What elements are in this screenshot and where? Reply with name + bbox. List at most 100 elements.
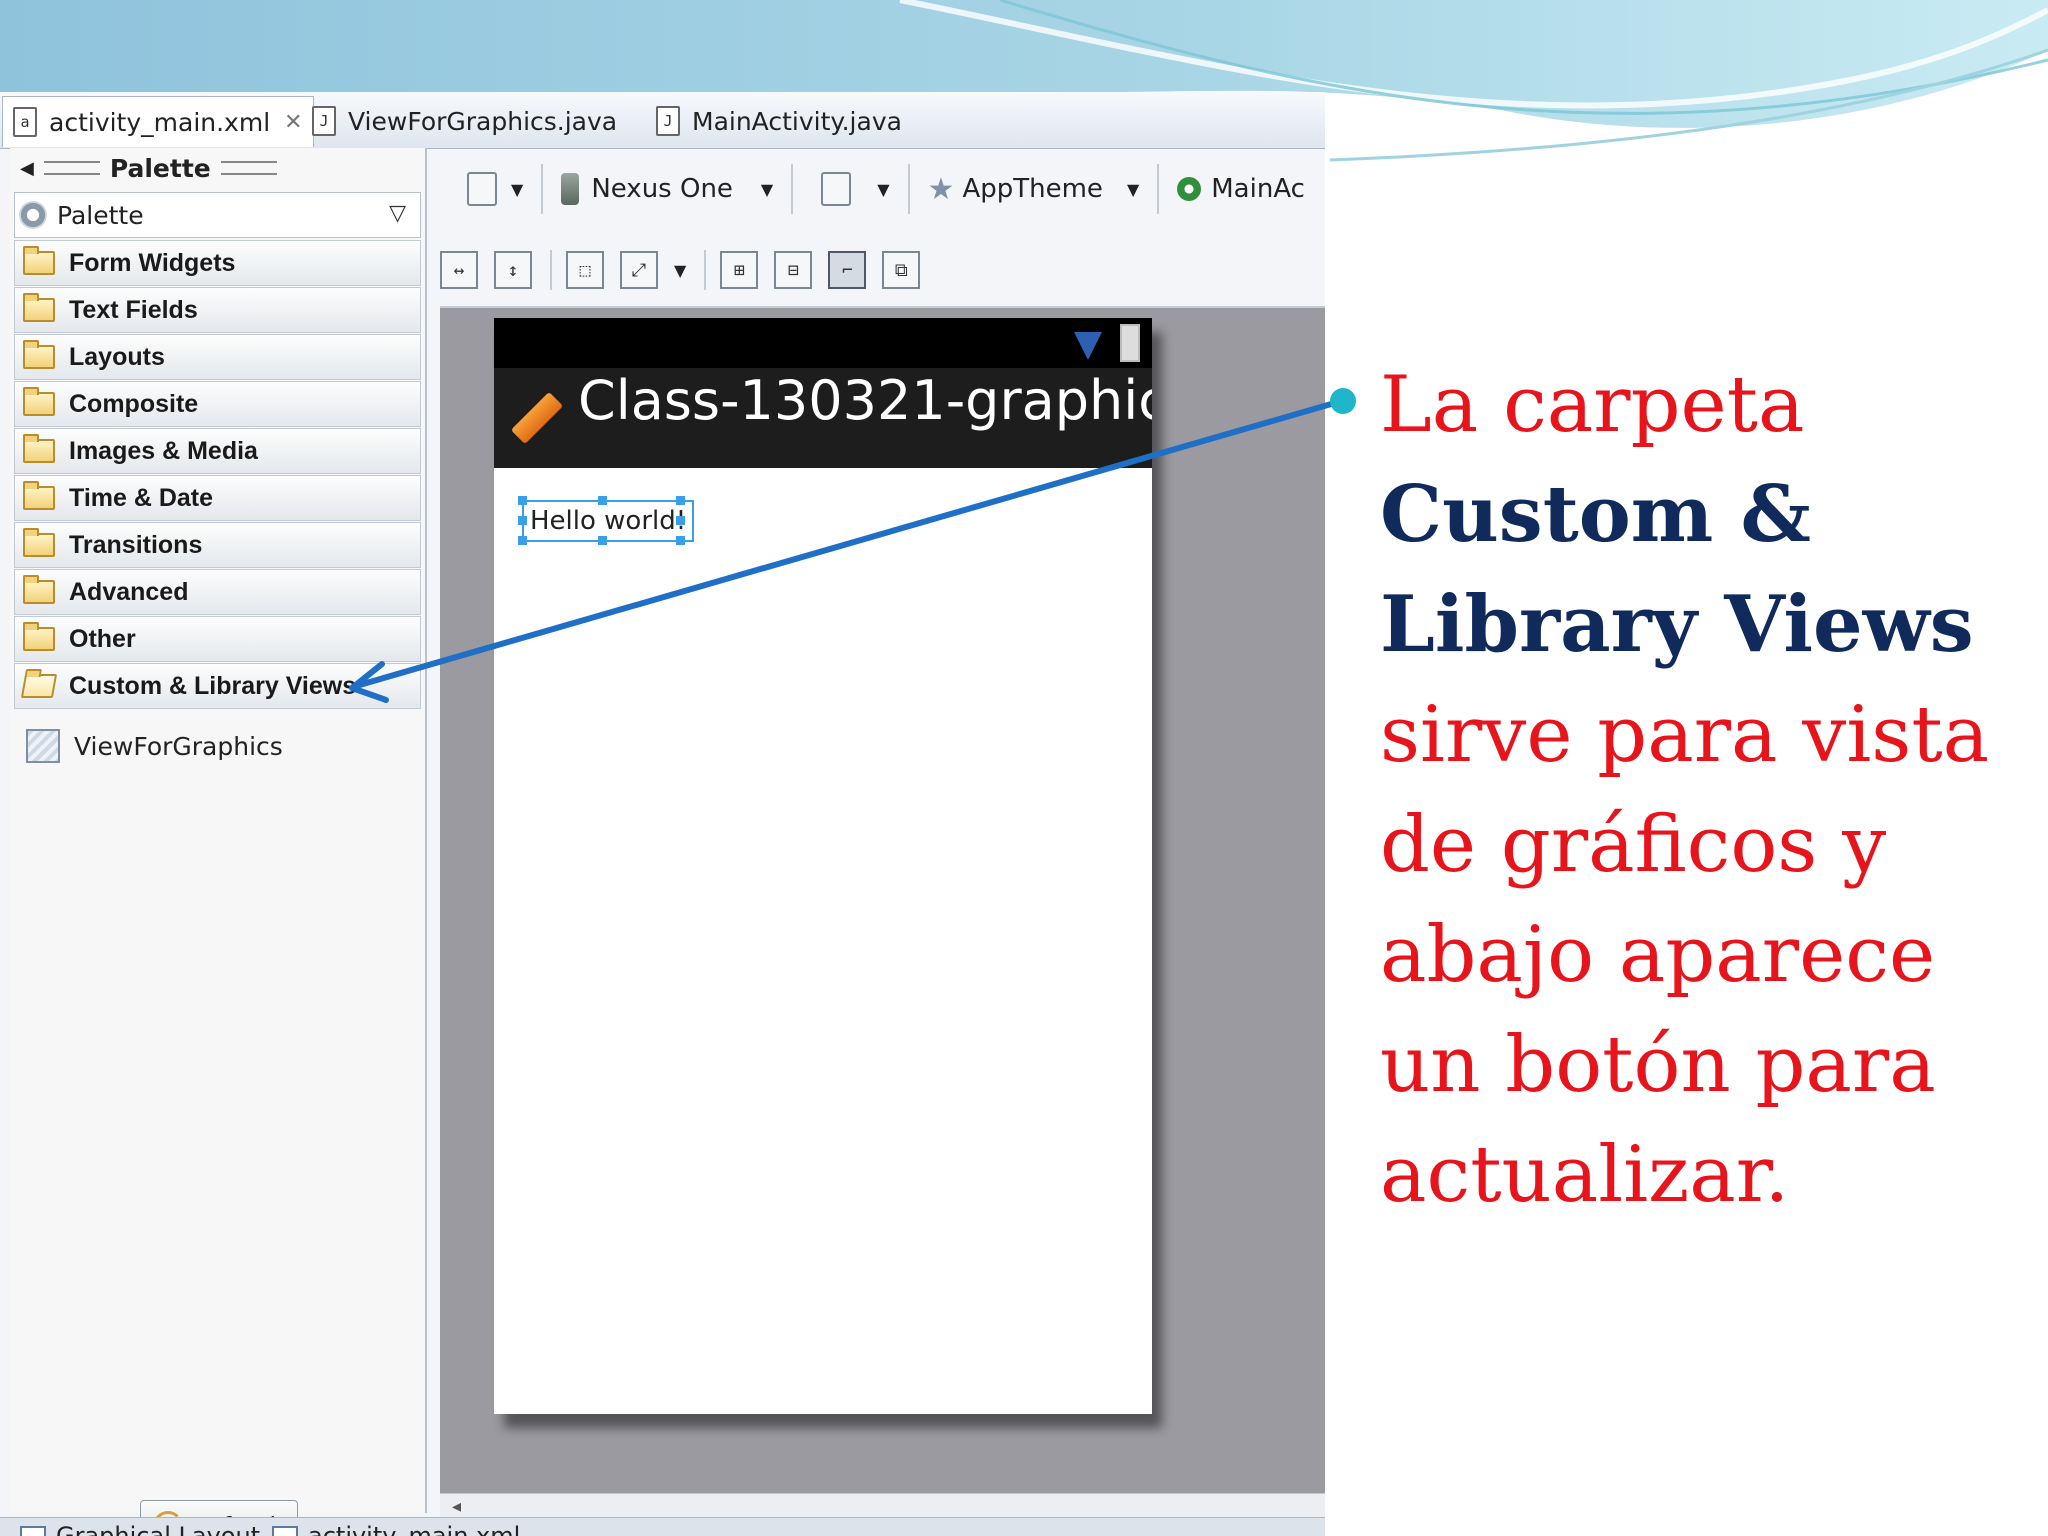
category-label: Transitions (69, 530, 203, 559)
description-rest: sirve para vista de gráficos y abajo apa… (1380, 690, 1990, 1220)
java-file-icon: J (312, 106, 336, 136)
custom-view-icon (26, 729, 60, 763)
collapse-left-icon[interactable]: ◀ (20, 158, 34, 179)
selection-handle[interactable] (518, 516, 527, 525)
tab-label: ViewForGraphics.java (348, 106, 618, 136)
category-layouts[interactable]: Layouts (14, 334, 421, 380)
horizontal-layout-icon[interactable]: ⊞ (720, 251, 759, 289)
folder-icon (23, 434, 55, 463)
gravity-icon[interactable]: ⤢ (620, 251, 658, 289)
close-icon[interactable]: ✕ (284, 110, 302, 135)
xml-file-icon: a (13, 107, 37, 137)
grip-icon (43, 161, 100, 175)
folder-icon (23, 293, 55, 322)
java-file-icon: J (656, 106, 680, 136)
device-action-bar: Class-130321-graphics_pro (494, 368, 1152, 468)
fill-height-icon[interactable]: ↕ (494, 251, 532, 289)
palette-globe-icon (19, 201, 47, 229)
slide: a activity_main.xml ✕ J ViewForGraphics.… (0, 0, 2048, 1536)
device-selector[interactable]: Nexus One (591, 174, 733, 204)
relative-layout-icon[interactable]: ⌐ (828, 251, 867, 289)
custom-view-label: ViewForGraphics (74, 731, 283, 761)
activity-selector[interactable]: MainAc (1211, 174, 1305, 204)
tab-viewforgraphics-java[interactable]: J ViewForGraphics.java (312, 96, 617, 146)
layout-toolbar: ▼ Nexus One ▼ ▼ ★ AppTheme ▼ MainAc (435, 158, 1325, 220)
device-icon (561, 173, 580, 205)
palette-selector[interactable]: Palette ▽ (14, 192, 421, 238)
chevron-down-icon[interactable]: ▼ (877, 180, 889, 199)
category-label: Text Fields (69, 295, 198, 324)
chevron-down-icon[interactable]: ▽ (389, 201, 406, 226)
folder-icon (23, 481, 55, 510)
device-status-bar (494, 318, 1152, 368)
selection-handle[interactable] (518, 536, 527, 545)
divider (907, 164, 910, 214)
tab-mainactivity-java[interactable]: J MainActivity.java (656, 96, 902, 146)
category-label: Images & Media (69, 436, 258, 465)
chevron-down-icon[interactable]: ▼ (761, 180, 773, 199)
pencil-icon (510, 391, 564, 445)
folder-icon (23, 528, 55, 557)
selection-handle[interactable] (676, 516, 685, 525)
category-custom-library-views[interactable]: Custom & Library Views (14, 663, 421, 709)
custom-view-item-viewforgraphics[interactable]: ViewForGraphics (26, 726, 283, 766)
category-other[interactable]: Other (14, 616, 421, 662)
palette-header: ◀ Palette (10, 148, 425, 188)
divider (550, 250, 552, 290)
scroll-left-icon[interactable]: ◂ (452, 1496, 461, 1517)
vertical-layout-icon[interactable]: ⊟ (774, 251, 813, 289)
palette-title: Palette (109, 153, 211, 183)
selection-handle[interactable] (676, 536, 685, 545)
xml-file-icon (272, 1526, 298, 1536)
bullet-icon (1330, 388, 1356, 414)
selection-handle[interactable] (598, 536, 607, 545)
divider (704, 250, 707, 290)
folder-icon (23, 246, 55, 275)
category-label: Custom & Library Views (69, 671, 357, 700)
tab-xml-source[interactable]: activity_main.xml (272, 1522, 520, 1536)
signal-icon (1074, 332, 1102, 360)
folder-icon (23, 575, 55, 604)
category-time-date[interactable]: Time & Date (14, 475, 421, 521)
category-label: Layouts (69, 342, 165, 371)
tab-label: Graphical Layout (56, 1522, 261, 1536)
category-images-media[interactable]: Images & Media (14, 428, 421, 474)
battery-icon (1120, 324, 1140, 362)
frame-layout-icon[interactable]: ⧉ (882, 251, 921, 289)
category-form-widgets[interactable]: Form Widgets (14, 240, 421, 286)
tab-activity-main-xml[interactable]: a activity_main.xml ✕ (2, 96, 314, 147)
divider (791, 164, 794, 214)
tab-label: MainActivity.java (692, 106, 902, 136)
selection-handle[interactable] (676, 496, 685, 505)
category-label: Other (69, 624, 136, 653)
fill-width-icon[interactable]: ↔ (440, 251, 478, 289)
category-composite[interactable]: Composite (14, 381, 421, 427)
theme-selector[interactable]: AppTheme (962, 174, 1102, 204)
tab-label: activity_main.xml (308, 1522, 521, 1536)
editor-tab-bar: a activity_main.xml ✕ J ViewForGraphics.… (0, 92, 1325, 149)
chevron-down-icon[interactable]: ▼ (511, 180, 523, 199)
tab-graphical-layout[interactable]: Graphical Layout (20, 1522, 260, 1536)
category-text-fields[interactable]: Text Fields (14, 287, 421, 333)
category-label: Time & Date (69, 483, 214, 512)
config-chooser-icon[interactable] (467, 172, 497, 206)
chevron-down-icon[interactable]: ▼ (674, 261, 686, 280)
palette-panel: ◀ Palette Palette ▽ Form Widgets Text Fi… (10, 148, 427, 1536)
canvas-toolbar: ↔ ↕ ⬚ ⤢ ▼ ⊞ ⊟ ⌐ ⧉ (440, 248, 936, 292)
margins-icon[interactable]: ⬚ (566, 251, 604, 289)
editor-bottom-tabs: Graphical Layout activity_main.xml (0, 1517, 1325, 1536)
slide-description: La carpeta Custom & Library Views sirve … (1330, 350, 2020, 1230)
orientation-icon[interactable] (821, 172, 852, 206)
selection-handle[interactable] (518, 496, 527, 505)
category-label: Composite (69, 389, 199, 418)
category-label: Advanced (69, 577, 189, 606)
tab-label: activity_main.xml (49, 107, 271, 137)
chevron-down-icon[interactable]: ▼ (1127, 180, 1139, 199)
layout-icon (20, 1526, 46, 1536)
category-advanced[interactable]: Advanced (14, 569, 421, 615)
open-folder-icon (20, 674, 58, 698)
hello-world-textview[interactable]: Hello world! (522, 500, 695, 542)
category-transitions[interactable]: Transitions (14, 522, 421, 568)
selection-handle[interactable] (598, 496, 607, 505)
divider (1157, 164, 1160, 214)
